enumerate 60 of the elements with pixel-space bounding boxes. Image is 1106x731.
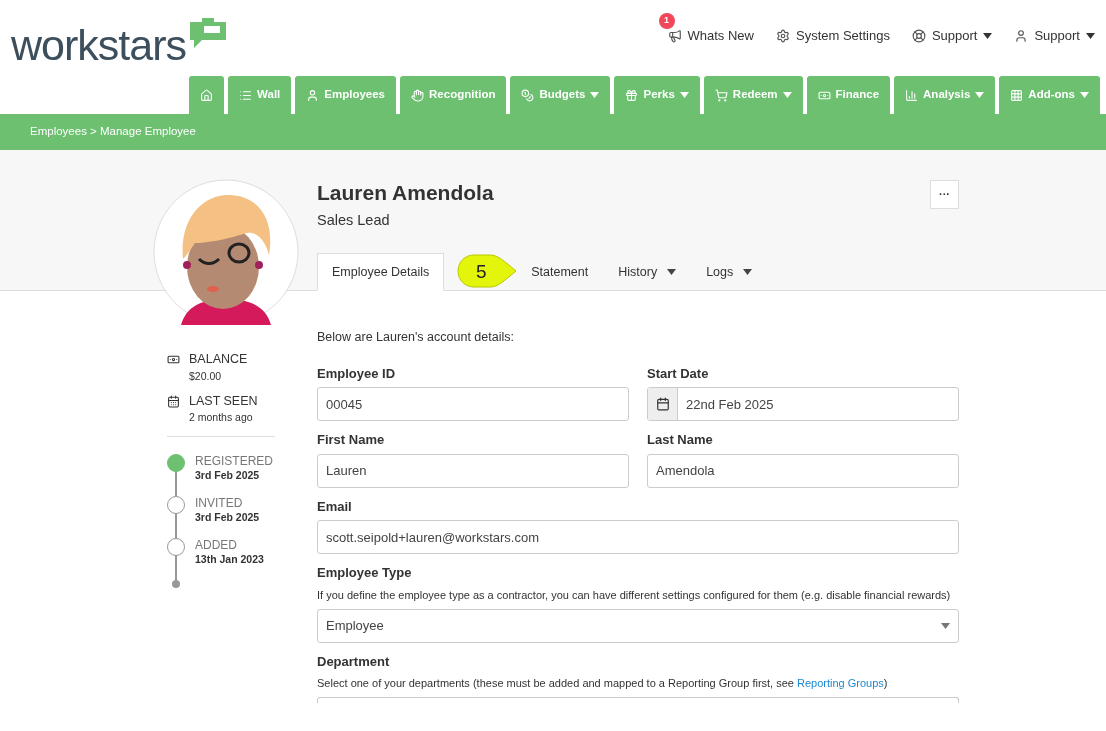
breadcrumb: Employees > Manage Employee (30, 124, 196, 140)
stat-label: LAST SEEN (189, 392, 258, 410)
bar-chart-icon (905, 88, 919, 102)
field-label: First Name (317, 431, 386, 450)
speech-bubble-logo-icon (187, 18, 228, 50)
timeline-label: ADDED (195, 538, 238, 552)
reporting-groups-link[interactable]: Reporting Groups (797, 677, 884, 690)
field-label: Start Date (647, 364, 710, 383)
field-label: Department (317, 652, 391, 671)
top-link[interactable]: Support (1014, 26, 1095, 46)
calendar-icon (167, 394, 180, 408)
timeline-label: REGISTERED (195, 454, 273, 468)
hand-icon (411, 88, 425, 102)
timeline-date: 13th Jan 2023 (195, 552, 264, 567)
stat-value: 2 months ago (189, 410, 254, 426)
timeline-date: 3rd Feb 2025 (195, 468, 261, 483)
notification-badge: 1 (658, 13, 675, 29)
banknote-icon (167, 353, 180, 366)
gift-icon (625, 88, 639, 102)
logo-wordmark[interactable]: workstars (11, 24, 186, 66)
lifebuoy-icon (911, 28, 926, 43)
stat-value: $20.00 (189, 368, 223, 384)
intro-text: Below are Lauren's account details: (317, 329, 515, 346)
help-text: If you define the employee type as a contractor, you can have different settings configured for them (e.g. disable financial rewards) (317, 587, 952, 603)
stat-label: BALANCE (189, 351, 248, 368)
text-field[interactable]: 00045 (317, 387, 629, 422)
user-icon (1014, 28, 1029, 43)
field-label: Last Name (647, 431, 714, 450)
profile-tab[interactable]: Statement (516, 253, 604, 291)
employee-name: Lauren Amendola (317, 180, 494, 206)
home-icon (200, 88, 214, 102)
grid-icon (1010, 88, 1024, 102)
nav-tab[interactable] (189, 76, 225, 114)
settings-icon (775, 28, 790, 43)
caret-icon (941, 622, 950, 629)
field-label: Email (317, 497, 353, 516)
profile-tab[interactable]: Employee Details (317, 253, 445, 291)
coins-icon (521, 88, 535, 102)
profile-tab[interactable]: Logs (691, 253, 768, 291)
user-icon (306, 88, 320, 102)
timeline-date: 3rd Feb 2025 (195, 510, 260, 525)
employee-role: Sales Lead (317, 211, 391, 230)
more-button[interactable]: ··· (930, 180, 959, 209)
text-field[interactable]: Lauren (317, 453, 629, 488)
megaphone-icon (667, 28, 682, 43)
top-link[interactable]: System Settings (775, 26, 890, 46)
profile-tab[interactable]: History (603, 253, 692, 291)
help-text: Select one of your departments (these must be added and mapped to a Reporting Group first, see Reporting Groups) (317, 676, 889, 692)
top-link[interactable]: Support (911, 26, 993, 46)
list-icon (239, 88, 253, 102)
cart-icon (714, 88, 728, 102)
text-field[interactable]: Amendola (647, 453, 959, 488)
field-label: Employee Type (317, 564, 413, 583)
text-field[interactable]: scott.seipold+lauren@workstars.com (317, 520, 959, 555)
date-field[interactable]: 22nd Feb 2025 (647, 387, 959, 422)
timeline-label: INVITED (195, 496, 244, 510)
calendar-icon (655, 397, 670, 412)
field-label: Employee ID (317, 364, 397, 383)
select-field[interactable]: Employee (317, 608, 959, 643)
top-link[interactable]: Whats New (667, 26, 754, 46)
